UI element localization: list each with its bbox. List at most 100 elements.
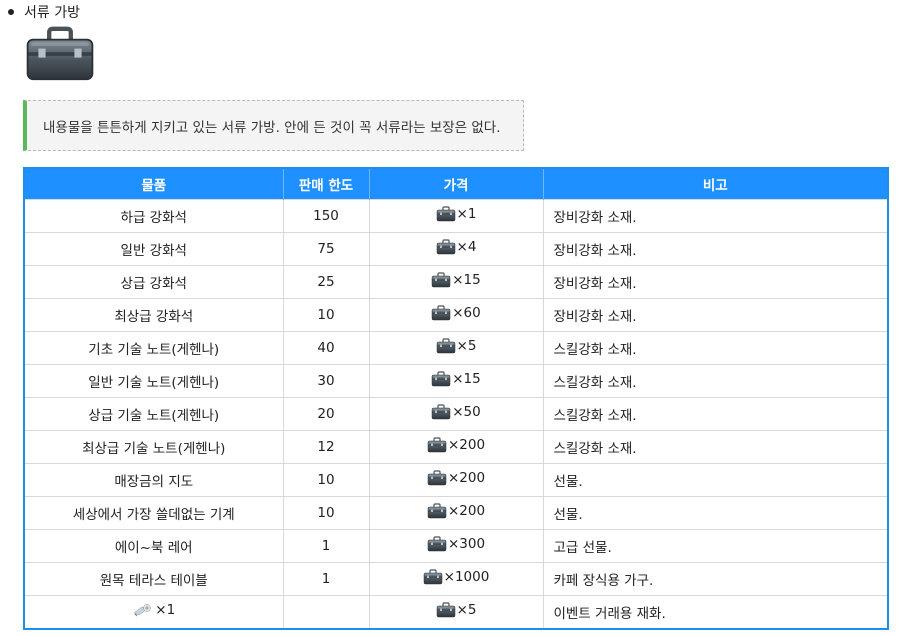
briefcase-icon bbox=[436, 239, 456, 255]
briefcase-icon bbox=[431, 272, 451, 288]
item-cell: 일반 기술 노트(게헨나) bbox=[24, 364, 284, 398]
item-cell: 상급 기술 노트(게헨나) bbox=[24, 397, 284, 431]
briefcase-icon bbox=[436, 338, 456, 354]
item-description-box: 내용물을 튼튼하게 지키고 있는 서류 가방. 안에 든 것이 꼭 서류라는 보… bbox=[23, 100, 524, 151]
table-row: 일반 기술 노트(게헨나) 30 ×15 스킬강화 소재. bbox=[24, 364, 888, 398]
table-row: 하급 강화석 150 ×1 장비강화 소재. bbox=[24, 199, 888, 233]
note-cell: 장비강화 소재. bbox=[543, 298, 888, 332]
table-row: 상급 강화석 25 ×15 장비강화 소재. bbox=[24, 265, 888, 299]
item-name: 최상급 강화석 bbox=[114, 309, 194, 325]
limit-cell: 30 bbox=[283, 364, 370, 398]
item-cell: 최상급 기술 노트(게헨나) bbox=[24, 430, 284, 464]
price-amount: ×50 bbox=[452, 404, 481, 420]
price-cell: ×1000 bbox=[369, 562, 544, 596]
briefcase-icon bbox=[427, 503, 447, 519]
item-name: 세상에서 가장 쓸데없는 기계 bbox=[72, 507, 235, 523]
price-amount: ×60 bbox=[452, 305, 481, 321]
note-cell: 이벤트 거래용 재화. bbox=[543, 595, 888, 629]
briefcase-icon bbox=[427, 470, 447, 486]
note-cell: 카페 장식용 가구. bbox=[543, 562, 888, 596]
table-row: 세상에서 가장 쓸데없는 기계 10 ×200 선물. bbox=[24, 496, 888, 530]
price-amount: ×200 bbox=[447, 503, 486, 519]
briefcase-icon bbox=[431, 305, 451, 321]
price-amount: ×1000 bbox=[443, 569, 490, 585]
table-row: 일반 강화석 75 ×4 장비강화 소재. bbox=[24, 232, 888, 266]
item-description: 내용물을 튼튼하게 지키고 있는 서류 가방. 안에 든 것이 꼭 서류라는 보… bbox=[43, 119, 501, 136]
item-name: 최상급 기술 노트(게헨나) bbox=[82, 441, 226, 457]
note-cell: 스킬강화 소재. bbox=[543, 364, 888, 398]
item-name: 상급 기술 노트(게헨나) bbox=[88, 408, 220, 424]
item-cell: ×1 bbox=[24, 595, 284, 629]
limit-cell: 10 bbox=[283, 463, 370, 497]
item-name: 일반 기술 노트(게헨나) bbox=[88, 375, 220, 391]
briefcase-icon bbox=[24, 24, 96, 84]
limit-cell: 75 bbox=[283, 232, 370, 266]
item-name: 에이~북 레어 bbox=[114, 540, 193, 556]
item-cell: 에이~북 레어 bbox=[24, 529, 284, 563]
limit-cell: 1 bbox=[283, 529, 370, 563]
item-name: 기초 기술 노트(게헨나) bbox=[88, 342, 220, 358]
limit-cell: 10 bbox=[283, 496, 370, 530]
briefcase-icon bbox=[427, 437, 447, 453]
item-name: 원목 테라스 테이블 bbox=[99, 573, 208, 589]
item-name: 일반 강화석 bbox=[120, 243, 187, 259]
limit-cell bbox=[283, 595, 370, 629]
item-name: 하급 강화석 bbox=[120, 210, 187, 226]
table-row: 에이~북 레어 1 ×300 고급 선물. bbox=[24, 529, 888, 563]
bullet-icon bbox=[8, 9, 14, 15]
price-cell: ×60 bbox=[369, 298, 544, 332]
limit-cell: 25 bbox=[283, 265, 370, 299]
price-amount: ×5 bbox=[456, 338, 477, 354]
column-header-price: 가격 bbox=[369, 168, 544, 200]
price-cell: ×15 bbox=[369, 364, 544, 398]
table-row: 최상급 기술 노트(게헨나) 12 ×200 스킬강화 소재. bbox=[24, 430, 888, 464]
table-row: ×1 ×5 이벤트 거래용 재화. bbox=[24, 595, 888, 629]
limit-cell: 10 bbox=[283, 298, 370, 332]
price-cell: ×200 bbox=[369, 463, 544, 497]
limit-cell: 20 bbox=[283, 397, 370, 431]
briefcase-icon bbox=[427, 536, 447, 552]
item-cell: 일반 강화석 bbox=[24, 232, 284, 266]
price-cell: ×300 bbox=[369, 529, 544, 563]
item-name: 상급 강화석 bbox=[120, 276, 187, 292]
table-row: 매장금의 지도 10 ×200 선물. bbox=[24, 463, 888, 497]
item-cell: 하급 강화석 bbox=[24, 199, 284, 233]
item-cell: 세상에서 가장 쓸데없는 기계 bbox=[24, 496, 284, 530]
note-cell: 고급 선물. bbox=[543, 529, 888, 563]
price-cell: ×5 bbox=[369, 595, 544, 629]
limit-cell: 1 bbox=[283, 562, 370, 596]
price-cell: ×200 bbox=[369, 496, 544, 530]
table-row: 상급 기술 노트(게헨나) 20 ×50 스킬강화 소재. bbox=[24, 397, 888, 431]
note-cell: 스킬강화 소재. bbox=[543, 430, 888, 464]
whistle-icon bbox=[132, 602, 154, 618]
price-cell: ×1 bbox=[369, 199, 544, 233]
price-amount: ×200 bbox=[447, 437, 486, 453]
item-title: 서류 가방 bbox=[24, 5, 80, 21]
price-amount: ×4 bbox=[456, 239, 477, 255]
note-cell: 장비강화 소재. bbox=[543, 232, 888, 266]
limit-cell: 150 bbox=[283, 199, 370, 233]
price-amount: ×300 bbox=[447, 536, 486, 552]
price-amount: ×5 bbox=[456, 602, 477, 618]
item-title-row: 서류 가방 bbox=[8, 2, 80, 22]
limit-cell: 40 bbox=[283, 331, 370, 365]
limit-cell: 12 bbox=[283, 430, 370, 464]
shop-table: 물품 판매 한도 가격 비고 하급 강화석 150 ×1 장비강화 소재. 일반 강화석… bbox=[23, 167, 889, 630]
briefcase-icon bbox=[431, 371, 451, 387]
price-cell: ×4 bbox=[369, 232, 544, 266]
note-cell: 스킬강화 소재. bbox=[543, 331, 888, 365]
briefcase-icon bbox=[436, 206, 456, 222]
price-amount: ×15 bbox=[452, 272, 481, 288]
item-cell: 기초 기술 노트(게헨나) bbox=[24, 331, 284, 365]
briefcase-icon bbox=[423, 569, 443, 585]
column-header-item: 물품 bbox=[24, 168, 284, 200]
note-cell: 선물. bbox=[543, 463, 888, 497]
item-name: ×1 bbox=[155, 602, 176, 618]
item-cell: 원목 테라스 테이블 bbox=[24, 562, 284, 596]
note-cell: 선물. bbox=[543, 496, 888, 530]
price-cell: ×200 bbox=[369, 430, 544, 464]
note-cell: 장비강화 소재. bbox=[543, 199, 888, 233]
table-header-row: 물품 판매 한도 가격 비고 bbox=[24, 168, 888, 200]
item-name: 매장금의 지도 bbox=[114, 474, 194, 490]
item-cell: 상급 강화석 bbox=[24, 265, 284, 299]
